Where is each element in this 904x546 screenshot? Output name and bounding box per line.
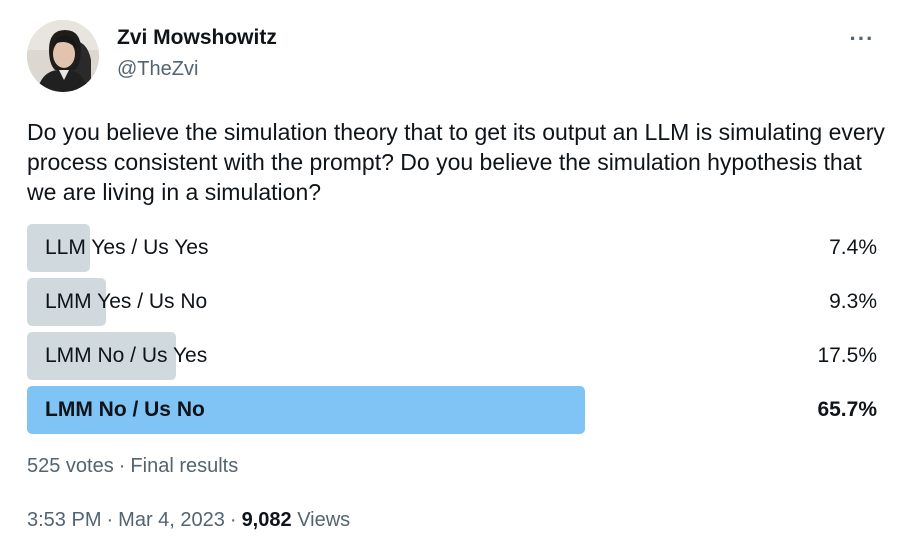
ellipsis-icon: ··· xyxy=(849,26,875,51)
poll-option-percent: 7.4% xyxy=(829,236,877,259)
poll-option: LLM Yes / Us Yes 7.4% xyxy=(27,224,877,272)
avatar[interactable] xyxy=(27,20,99,92)
separator-dot: · xyxy=(229,509,237,531)
poll-option-percent: 17.5% xyxy=(817,344,877,367)
poll: LLM Yes / Us Yes 7.4% LMM Yes / Us No 9.… xyxy=(27,224,877,440)
tweet: Zvi Mowshowitz @TheZvi ··· Do you believ… xyxy=(0,0,904,546)
tweet-text: Do you believe the simulation theory tha… xyxy=(27,119,885,205)
poll-option-label: LLM Yes / Us Yes xyxy=(45,236,209,259)
poll-status: Final results xyxy=(130,455,239,477)
poll-option: LMM Yes / Us No 9.3% xyxy=(27,278,877,326)
author-display-name[interactable]: Zvi Mowshowitz xyxy=(117,26,277,50)
more-options-button[interactable]: ··· xyxy=(847,24,877,54)
poll-option-label: LMM No / Us Yes xyxy=(45,344,208,367)
poll-option: LMM No / Us No 65.7% xyxy=(27,386,877,434)
tweet-time[interactable]: 3:53 PM xyxy=(27,509,101,531)
author-handle[interactable]: @TheZvi xyxy=(117,58,198,81)
poll-vote-count: 525 votes xyxy=(27,455,114,477)
poll-option-label: LMM Yes / Us No xyxy=(45,290,208,313)
tweet-date[interactable]: Mar 4, 2023 xyxy=(118,509,225,531)
profile-photo-icon xyxy=(27,20,99,92)
separator-dot: · xyxy=(106,509,114,531)
views-label: Views xyxy=(297,509,351,531)
poll-summary: 525 votes · Final results xyxy=(27,455,238,478)
separator-dot: · xyxy=(118,455,126,477)
poll-option-percent: 65.7% xyxy=(817,398,877,421)
poll-option-label: LMM No / Us No xyxy=(45,398,205,421)
poll-option-percent: 9.3% xyxy=(829,290,877,313)
tweet-header: Zvi Mowshowitz @TheZvi ··· xyxy=(27,20,877,92)
tweet-timestamp-row: 3:53 PM · Mar 4, 2023 · 9,082 Views xyxy=(27,509,350,532)
views-count: 9,082 xyxy=(241,509,292,531)
poll-option: LMM No / Us Yes 17.5% xyxy=(27,332,877,380)
